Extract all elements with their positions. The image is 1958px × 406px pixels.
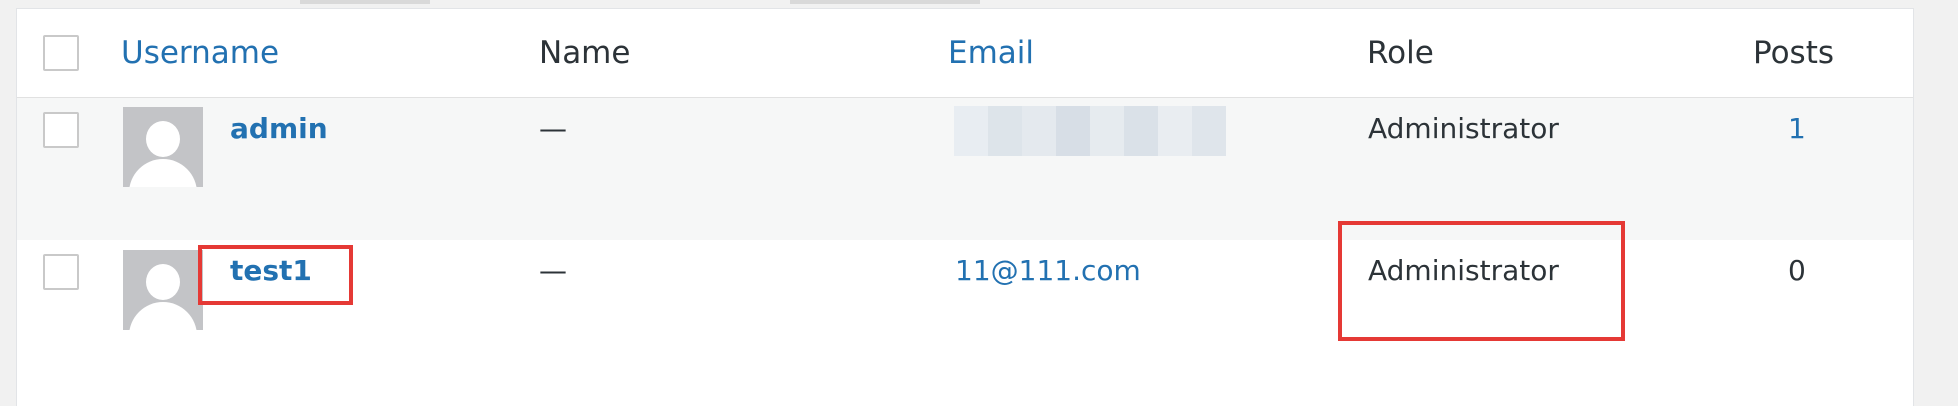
users-table: Username Name Email Role Posts admin — A… xyxy=(16,8,1914,406)
column-header-email[interactable]: Email xyxy=(948,35,1034,71)
user-role-value: Administrator xyxy=(1368,112,1559,145)
table-row: admin — Administrator 1 xyxy=(17,98,1913,240)
top-toolbar-fragment xyxy=(300,0,430,4)
column-header-username[interactable]: Username xyxy=(121,35,279,71)
default-user-avatar-icon xyxy=(123,250,203,330)
redacted-email xyxy=(954,106,1226,156)
select-all-checkbox[interactable] xyxy=(43,35,79,71)
posts-count-link[interactable]: 1 xyxy=(1788,112,1806,145)
user-name-value: — xyxy=(539,254,567,287)
column-header-role: Role xyxy=(1367,35,1434,71)
column-header-name: Name xyxy=(539,35,631,71)
table-header-row: Username Name Email Role Posts xyxy=(17,9,1913,98)
user-name-value: — xyxy=(539,112,567,145)
row-select-checkbox[interactable] xyxy=(43,254,79,290)
users-list-page: Username Name Email Role Posts admin — A… xyxy=(0,0,1958,406)
row-select-checkbox[interactable] xyxy=(43,112,79,148)
default-user-avatar-icon xyxy=(123,107,203,187)
top-toolbar-fragment xyxy=(790,0,980,4)
username-link[interactable]: admin xyxy=(230,112,328,145)
role-highlight-box xyxy=(1338,221,1625,341)
username-highlight-box xyxy=(198,245,353,305)
email-link[interactable]: 11@111.com xyxy=(955,254,1141,287)
table-row: test1 — 11@111.com Administrator 0 xyxy=(17,221,1913,406)
posts-count-value: 0 xyxy=(1788,254,1806,287)
column-header-posts: Posts xyxy=(1753,35,1835,71)
